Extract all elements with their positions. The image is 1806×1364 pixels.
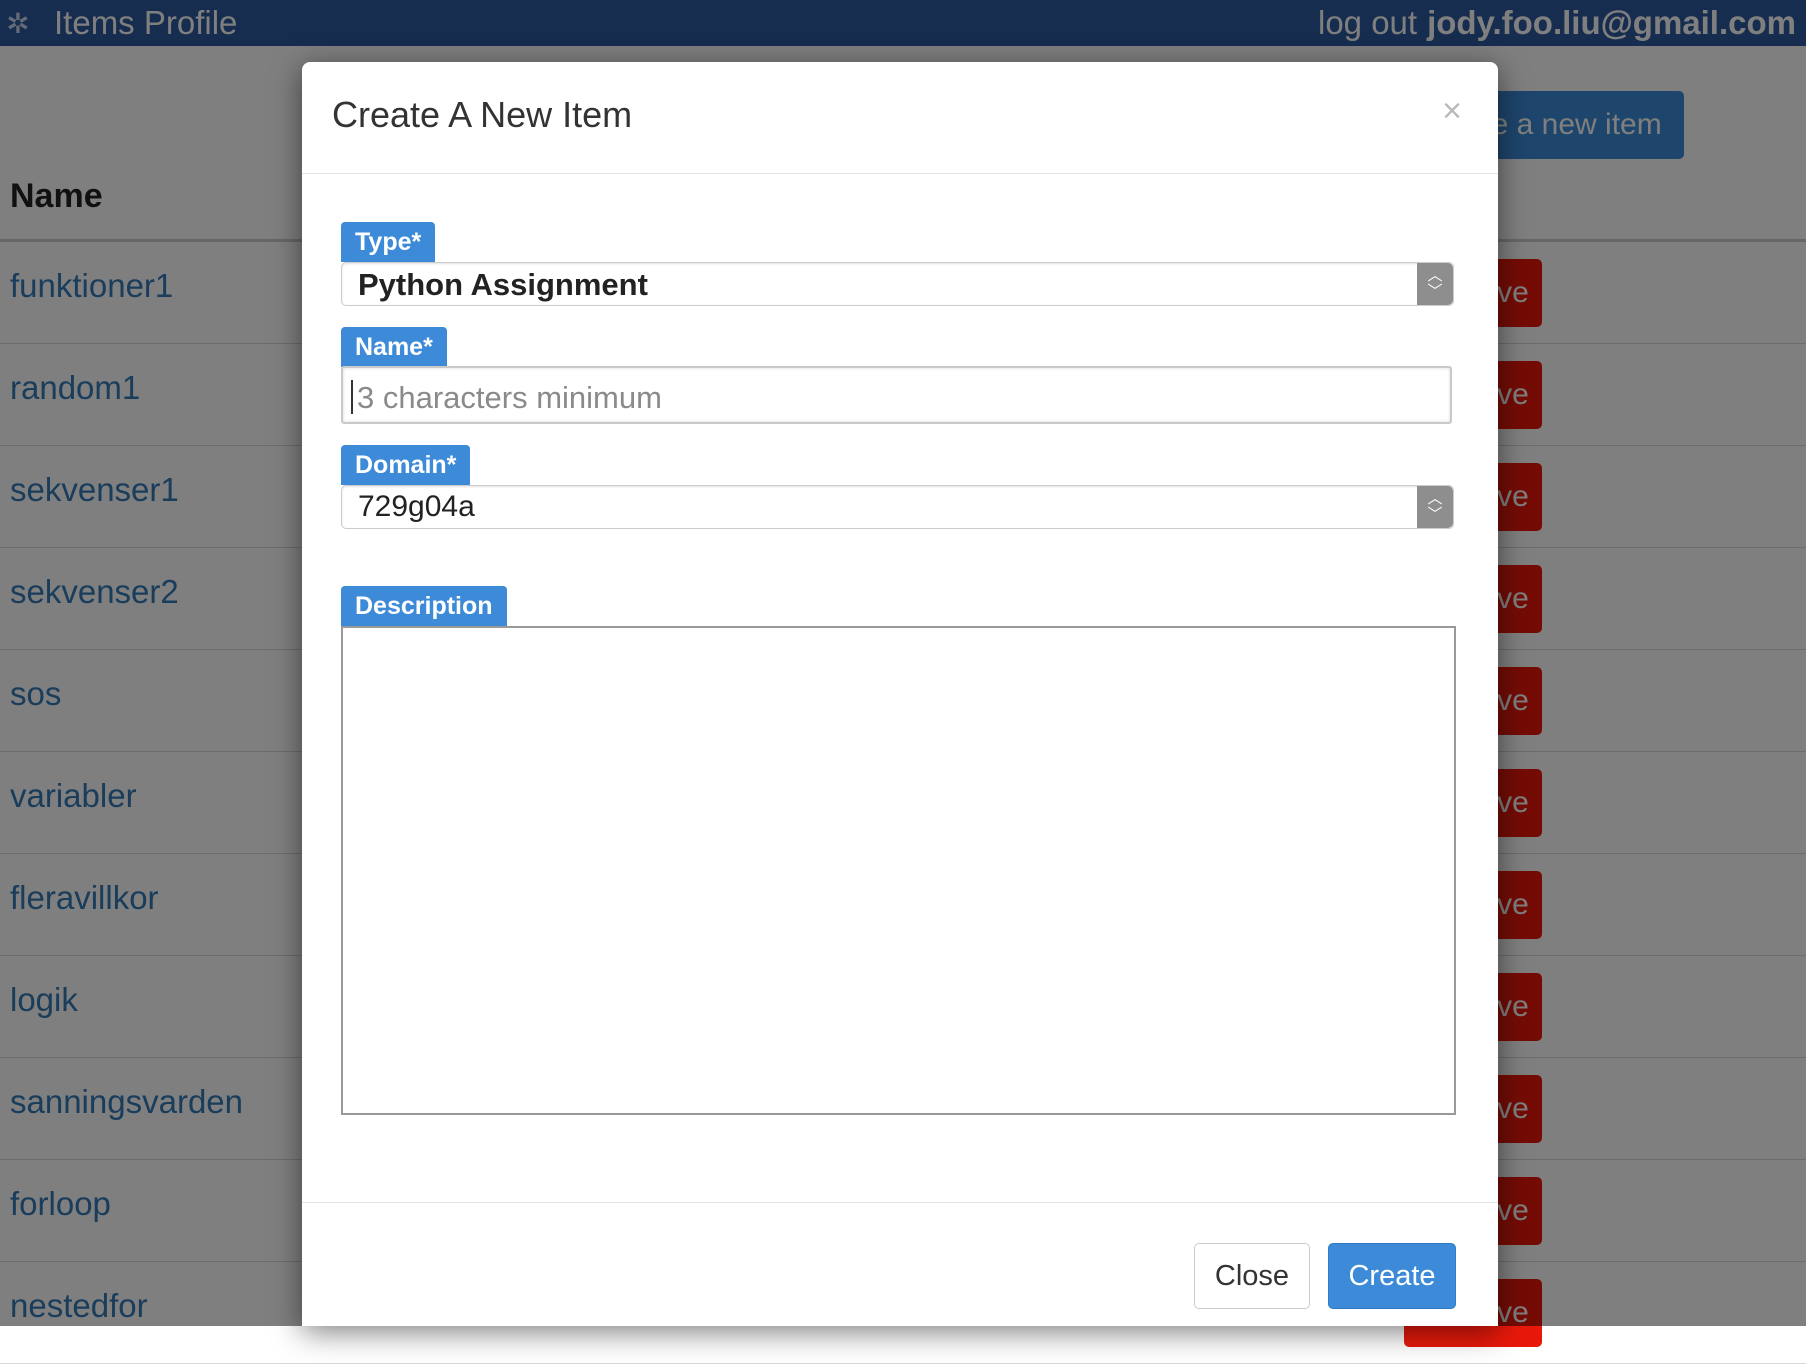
select-arrows-icon: ︿ ﹀ — [1417, 486, 1453, 528]
description-label: Description — [341, 586, 507, 626]
name-input[interactable]: 3 characters minimum — [341, 366, 1452, 424]
domain-label: Domain* — [341, 445, 471, 485]
chevron-down-icon: ﹀ — [1427, 506, 1443, 523]
create-button[interactable]: Create — [1328, 1243, 1456, 1309]
chevron-up-icon: ︿ — [1427, 490, 1443, 507]
type-label: Type* — [341, 222, 436, 262]
domain-select-value: 729g04a — [358, 490, 475, 523]
type-select[interactable]: Python Assignment ︿ ﹀ — [341, 262, 1454, 306]
name-label: Name* — [341, 327, 447, 367]
close-icon[interactable]: × — [1442, 92, 1462, 131]
name-input-placeholder: 3 characters minimum — [357, 380, 662, 415]
chevron-down-icon: ﹀ — [1427, 283, 1443, 300]
domain-select[interactable]: 729g04a ︿ ﹀ — [341, 485, 1454, 529]
type-select-value: Python Assignment — [358, 267, 648, 302]
create-item-modal: Create A New Item × Type* Python Assignm… — [302, 62, 1498, 1326]
modal-header: Create A New Item × — [302, 62, 1498, 174]
modal-footer: Close Create — [302, 1202, 1498, 1327]
modal-title: Create A New Item — [332, 94, 633, 135]
text-caret — [351, 380, 353, 414]
chevron-up-icon: ︿ — [1427, 267, 1443, 284]
select-arrows-icon: ︿ ﹀ — [1417, 263, 1453, 305]
close-button[interactable]: Close — [1194, 1243, 1310, 1309]
description-textarea[interactable] — [341, 626, 1456, 1115]
